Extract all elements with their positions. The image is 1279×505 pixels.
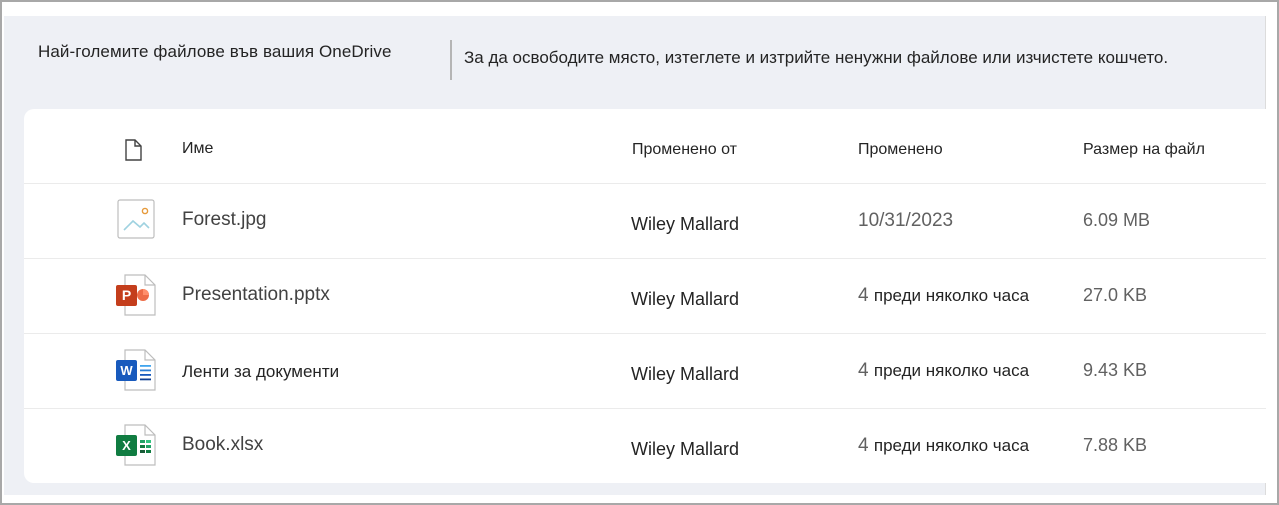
column-header-modified-by[interactable]: Променено от xyxy=(632,141,737,159)
table-header-row: Име Променено от Променено Размер на фай… xyxy=(24,109,1266,184)
modified-by: Wiley Mallard xyxy=(631,364,740,384)
file-size: 7.88 KB xyxy=(1083,435,1148,455)
modified-by: Wiley Mallard xyxy=(631,439,740,459)
word-glyph: W xyxy=(120,363,133,378)
table-row[interactable]: W Ленти за документи Wiley Mallard 4 пре… xyxy=(24,334,1266,409)
column-header-modified[interactable]: Променено xyxy=(858,141,943,159)
column-header-name[interactable]: Име xyxy=(182,140,213,158)
excel-glyph: X xyxy=(122,438,131,453)
file-type-header-icon[interactable] xyxy=(124,139,142,166)
word-file-icon: W xyxy=(115,348,157,397)
largest-files-panel: Най-големите файлове във вашия OneDrive … xyxy=(4,16,1266,495)
image-file-icon xyxy=(115,198,157,245)
modified-date: 10/31/2023 xyxy=(858,210,954,231)
table-row[interactable]: P Presentation.pptx Wiley Mallard 4 пред… xyxy=(24,259,1266,334)
file-size: 27.0 KB xyxy=(1083,285,1148,305)
table-row[interactable]: Forest.jpg Wiley Mallard 10/31/2023 6.09… xyxy=(24,184,1266,259)
powerpoint-glyph: P xyxy=(121,287,132,303)
powerpoint-file-icon: P xyxy=(115,273,157,322)
file-size: 6.09 MB xyxy=(1083,210,1151,230)
modified-date: 4 преди няколко часа xyxy=(858,360,1030,381)
file-name[interactable]: Presentation.pptx xyxy=(182,284,330,306)
modified-by: Wiley Mallard xyxy=(631,214,740,234)
page-description: За да освободите място, изтеглете и изтр… xyxy=(464,48,1169,67)
dialog-frame: Най-големите файлове във вашия OneDrive … xyxy=(0,0,1279,505)
page-title: Най-големите файлове във вашия OneDrive xyxy=(38,42,392,61)
file-name[interactable]: Book.xlsx xyxy=(182,434,263,456)
modified-date: 4 преди няколко часа xyxy=(858,435,1030,456)
header-divider xyxy=(450,40,452,80)
modified-by: Wiley Mallard xyxy=(631,289,740,309)
file-size: 9.43 KB xyxy=(1083,360,1148,380)
table-row[interactable]: X Book.xlsx Wiley Mallard 4 преди няколк… xyxy=(24,409,1266,484)
file-name[interactable]: Forest.jpg xyxy=(182,209,266,231)
modified-date: 4 преди няколко часа xyxy=(858,285,1030,306)
excel-file-icon: X xyxy=(115,423,157,472)
files-table: Име Променено от Променено Размер на фай… xyxy=(24,109,1266,483)
file-name[interactable]: Ленти за документи xyxy=(182,362,339,382)
column-header-size[interactable]: Размер на файл xyxy=(1083,141,1205,159)
